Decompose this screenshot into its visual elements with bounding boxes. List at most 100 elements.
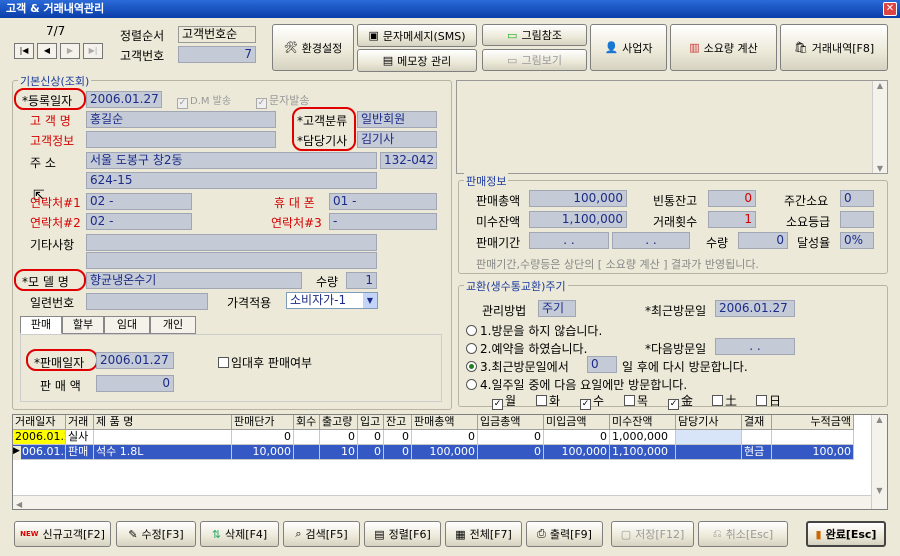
visit-option-1[interactable]: 1.방문을 하지 않습니다. bbox=[466, 322, 602, 339]
picture-ref-button[interactable]: ▭ 그림참조 bbox=[482, 24, 587, 46]
staff-field[interactable]: 김기사 bbox=[357, 131, 437, 148]
rate-field[interactable]: 0% bbox=[840, 232, 874, 249]
next-record-button[interactable]: ▶ bbox=[60, 43, 80, 59]
col-out[interactable]: 출고량 bbox=[320, 415, 358, 430]
env-settings-button[interactable]: 🛠 환경설정 bbox=[272, 24, 354, 71]
col-payment[interactable]: 결재 bbox=[742, 415, 772, 430]
search-button[interactable]: ⌕ 검색[F5] bbox=[283, 521, 360, 547]
scroll-left-icon[interactable]: ◀ bbox=[13, 500, 22, 509]
scroll-down-icon[interactable]: ▼ bbox=[873, 164, 887, 173]
tab-rental[interactable]: 임대 bbox=[104, 316, 150, 334]
col-sale-total[interactable]: 판매총액 bbox=[412, 415, 478, 430]
save-button[interactable]: ▢ 저장[F12] bbox=[611, 521, 694, 547]
scroll-up-icon[interactable]: ▲ bbox=[872, 415, 887, 424]
day-sat-checkbox[interactable]: 土 bbox=[712, 392, 737, 409]
sort-button[interactable]: ▤ 정렬[F6] bbox=[364, 521, 441, 547]
col-return[interactable]: 회수 bbox=[294, 415, 320, 430]
print-button[interactable]: ⎙ 출력[F9] bbox=[526, 521, 603, 547]
business-button[interactable]: 👤 사업자 bbox=[590, 24, 667, 71]
empty-field[interactable]: 0 bbox=[708, 190, 756, 207]
price-select[interactable]: 소비자가-1 ▼ bbox=[286, 292, 378, 309]
model-field[interactable]: 향균냉온수기 bbox=[86, 272, 302, 289]
day-thu-checkbox[interactable]: 목 bbox=[624, 392, 648, 409]
tab-personal[interactable]: 개인 bbox=[150, 316, 196, 334]
period-qty-field[interactable]: 0 bbox=[738, 232, 788, 249]
horizontal-scrollbar[interactable]: ◀ bbox=[13, 495, 871, 509]
cancel-button[interactable]: ⎌ 취소[Esc] bbox=[698, 521, 788, 547]
memo-scrollbar[interactable]: ▲ ▼ bbox=[872, 81, 887, 173]
done-button[interactable]: ▮ 완료[Esc] bbox=[806, 521, 886, 547]
period-to-field[interactable]: . . bbox=[612, 232, 690, 249]
prev-record-button[interactable]: ◀ bbox=[37, 43, 57, 59]
name-field[interactable]: 홍길순 bbox=[86, 111, 276, 128]
dm-checkbox[interactable]: ✓ D.M 발송 bbox=[177, 92, 231, 109]
address1-field[interactable]: 서울 도봉구 창2동 bbox=[86, 152, 377, 169]
scroll-down-icon[interactable]: ▼ bbox=[872, 486, 887, 495]
col-type[interactable]: 거래 bbox=[66, 415, 94, 430]
sms-button[interactable]: ▣ 문자메세지(SMS) bbox=[357, 24, 477, 47]
zip-field[interactable]: 132-042 bbox=[380, 152, 437, 169]
visit-option-2[interactable]: 2.예약을 하였습니다. bbox=[466, 340, 587, 357]
col-product[interactable]: 제 품 명 bbox=[94, 415, 232, 430]
visit-days-field[interactable]: 0 bbox=[587, 356, 617, 373]
col-unit-price[interactable]: 판매단가 bbox=[232, 415, 294, 430]
memo-area[interactable] bbox=[456, 80, 888, 174]
address2-field[interactable]: 624-15 bbox=[86, 172, 377, 189]
col-balance[interactable]: 잔고 bbox=[384, 415, 412, 430]
day-tue-checkbox[interactable]: 화 bbox=[536, 392, 560, 409]
scroll-up-icon[interactable]: ▲ bbox=[873, 81, 887, 90]
customer-id-field[interactable]: 7 bbox=[178, 46, 256, 63]
info-field[interactable] bbox=[86, 131, 276, 148]
vertical-scrollbar[interactable]: ▲ ▼ bbox=[871, 415, 887, 509]
dropdown-arrow-icon[interactable]: ▼ bbox=[363, 293, 377, 308]
etc-field-1[interactable] bbox=[86, 234, 377, 251]
col-cumulative[interactable]: 누적금액 bbox=[772, 415, 854, 430]
unpaid-field[interactable]: 1,100,000 bbox=[529, 211, 627, 228]
class-field[interactable]: 일반회원 bbox=[357, 111, 437, 128]
delete-button[interactable]: ⇅ 삭제[F4] bbox=[200, 521, 279, 547]
visit-option-4[interactable]: 4.일주일 중에 다음 요일에만 방문합니다. bbox=[466, 376, 687, 393]
method-field[interactable]: 주기 bbox=[538, 300, 576, 317]
trade-history-button[interactable]: 🛍 거래내역[F8] bbox=[780, 24, 888, 71]
col-receivable[interactable]: 미수잔액 bbox=[610, 415, 676, 430]
close-button[interactable]: ✕ bbox=[883, 2, 897, 16]
col-unpaid[interactable]: 미입금액 bbox=[544, 415, 610, 430]
next-visit-field[interactable]: . . bbox=[715, 338, 795, 355]
grade-field[interactable] bbox=[840, 211, 874, 228]
etc-field-2[interactable] bbox=[86, 252, 377, 269]
day-fri-checkbox[interactable]: ✓ 金 bbox=[668, 392, 693, 410]
day-sun-checkbox[interactable]: 日 bbox=[756, 392, 781, 409]
mobile-field[interactable]: 01 - bbox=[329, 193, 437, 210]
first-record-button[interactable]: |◀ bbox=[14, 43, 34, 59]
day-mon-checkbox[interactable]: ✓ 월 bbox=[492, 392, 516, 410]
picture-view-button[interactable]: ▭ 그림보기 bbox=[482, 49, 587, 71]
day-wed-checkbox[interactable]: ✓ 수 bbox=[580, 392, 604, 410]
trade-grid[interactable]: 거래일자 거래 제 품 명 판매단가 회수 출고량 입고 잔고 판매총액 입금총… bbox=[12, 414, 888, 510]
last-visit-field[interactable]: 2006.01.27 bbox=[715, 300, 795, 317]
weekly-field[interactable]: 0 bbox=[840, 190, 874, 207]
new-customer-button[interactable]: NEW 신규고객[F2] bbox=[14, 521, 111, 547]
count-field[interactable]: 1 bbox=[708, 211, 756, 228]
all-button[interactable]: ▦ 전체[F7] bbox=[445, 521, 522, 547]
reg-date-field[interactable]: 2006.01.27 bbox=[86, 91, 162, 108]
col-in[interactable]: 입고 bbox=[358, 415, 384, 430]
rent-sale-checkbox[interactable]: 임대후 판매여부 bbox=[218, 354, 312, 371]
memo-button[interactable]: ▤ 메모장 관리 bbox=[357, 49, 477, 72]
contact2-field[interactable]: 02 - bbox=[86, 213, 192, 230]
tab-installment[interactable]: 할부 bbox=[62, 316, 104, 334]
col-staff[interactable]: 담당기사 bbox=[676, 415, 742, 430]
tab-sale[interactable]: 판매 bbox=[20, 316, 62, 334]
visit-option-3[interactable]: 3.최근방문일에서 bbox=[466, 358, 569, 375]
contact3-field[interactable]: - bbox=[329, 213, 437, 230]
consumption-calc-button[interactable]: ▥ 소요량 계산 bbox=[670, 24, 777, 71]
last-record-button[interactable]: ▶| bbox=[83, 43, 103, 59]
period-from-field[interactable]: . . bbox=[529, 232, 609, 249]
serial-field[interactable] bbox=[86, 293, 208, 310]
col-date[interactable]: 거래일자 bbox=[13, 415, 66, 430]
table-row[interactable]: 2006.01.27 판매 석수 1.8L 10,000 10 0 0 100,… bbox=[13, 445, 854, 460]
table-row[interactable]: 2006.01.26 실사 0 0 0 0 0 0 0 1,000,000 bbox=[13, 430, 854, 445]
contact1-field[interactable]: 02 - bbox=[86, 193, 192, 210]
total-field[interactable]: 100,000 bbox=[529, 190, 627, 207]
col-deposit-total[interactable]: 입금총액 bbox=[478, 415, 544, 430]
sort-field[interactable]: 고객번호순 bbox=[178, 26, 256, 43]
